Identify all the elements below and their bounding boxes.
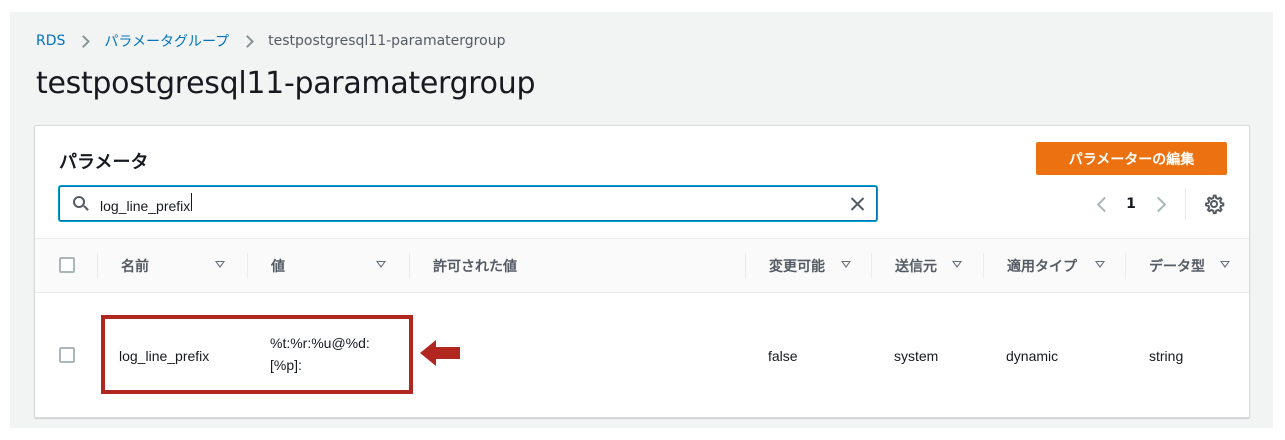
- column-header-modifiable[interactable]: 変更可能: [769, 239, 825, 292]
- search-input[interactable]: log_line_prefix: [100, 193, 800, 214]
- breadcrumb-current: testpostgresql11-paramatergroup: [268, 33, 506, 49]
- cell-apply-type: dynamic: [1006, 348, 1059, 364]
- sort-down-icon[interactable]: [1095, 261, 1105, 268]
- column-header-data-type[interactable]: データ型: [1149, 239, 1205, 292]
- table-row[interactable]: log_line_prefix %t:%r:%u@%d: [%p]: false…: [35, 294, 1249, 418]
- column-divider[interactable]: [1125, 253, 1126, 279]
- column-divider[interactable]: [871, 253, 872, 279]
- edit-parameters-button[interactable]: パラメーターの編集: [1036, 142, 1227, 175]
- gear-icon[interactable]: [1203, 193, 1225, 215]
- panel-title: パラメータ: [59, 152, 149, 173]
- annotation-highlight-box: [101, 315, 413, 394]
- chevron-left-icon[interactable]: [1090, 192, 1114, 216]
- cell-source: system: [894, 348, 939, 364]
- cell-data-type: string: [1149, 348, 1184, 364]
- chevron-right-icon: [241, 34, 255, 48]
- cell-modifiable: false: [768, 348, 798, 364]
- column-header-source[interactable]: 送信元: [895, 239, 937, 292]
- sort-down-icon[interactable]: [376, 261, 386, 268]
- parameters-panel: パラメータ パラメーターの編集 log_line_prefix 1 名前 値 許…: [34, 125, 1250, 418]
- column-header-name[interactable]: 名前: [121, 239, 149, 292]
- sort-down-icon[interactable]: [1220, 261, 1230, 268]
- select-all-checkbox[interactable]: [59, 257, 75, 273]
- chevron-right-icon[interactable]: [1148, 192, 1172, 216]
- search-input-value: log_line_prefix: [100, 198, 191, 214]
- column-header-apply-type[interactable]: 適用タイプ: [1007, 239, 1077, 292]
- sort-down-icon[interactable]: [841, 261, 851, 268]
- column-divider[interactable]: [409, 253, 410, 279]
- column-header-allowed-values[interactable]: 許可された値: [433, 239, 517, 292]
- search-icon: [73, 195, 89, 212]
- column-divider[interactable]: [983, 253, 984, 279]
- table-header: 名前 値 許可された値 変更可能 送信元 適用タイプ データ型: [35, 238, 1249, 293]
- chevron-right-icon: [77, 34, 91, 48]
- breadcrumb-rds[interactable]: RDS: [36, 33, 65, 49]
- breadcrumb-parameter-groups[interactable]: パラメータグループ: [104, 31, 229, 51]
- arrow-left-icon: [420, 340, 460, 366]
- page-title: testpostgresql11-paramatergroup: [36, 66, 536, 101]
- pagination: 1: [1090, 192, 1172, 216]
- column-header-value[interactable]: 値: [271, 239, 285, 292]
- column-divider[interactable]: [247, 253, 248, 279]
- close-icon[interactable]: [848, 195, 866, 213]
- column-divider: [97, 253, 98, 279]
- row-checkbox[interactable]: [59, 347, 75, 363]
- breadcrumb: RDS パラメータグループ testpostgresql11-paramater…: [36, 32, 505, 50]
- column-divider[interactable]: [745, 253, 746, 279]
- text-caret: [191, 193, 193, 211]
- page-number[interactable]: 1: [1114, 196, 1148, 212]
- search-field[interactable]: log_line_prefix: [59, 186, 877, 221]
- sort-down-icon[interactable]: [952, 261, 962, 268]
- sort-down-icon[interactable]: [215, 261, 225, 268]
- toolbar-divider: [1185, 188, 1186, 220]
